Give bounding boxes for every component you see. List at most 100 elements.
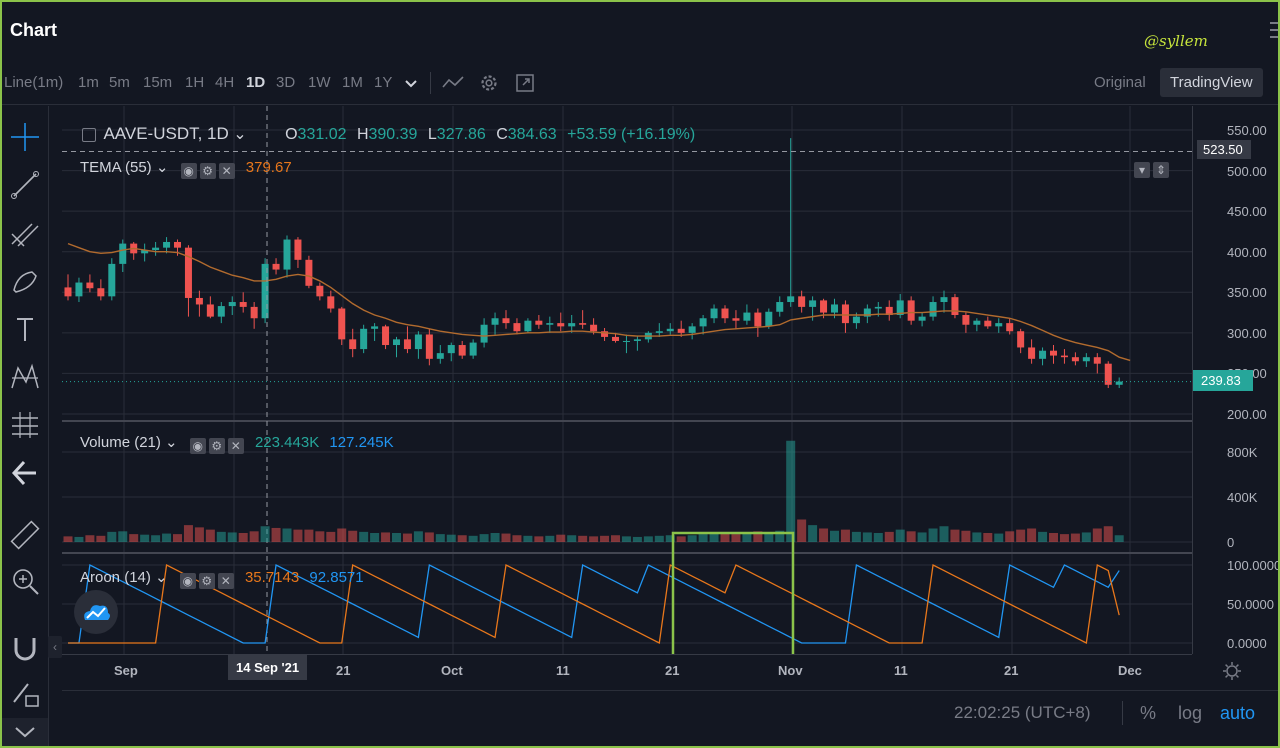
chevron-down-icon[interactable] bbox=[404, 76, 418, 90]
interval-15m[interactable]: 15m bbox=[143, 74, 172, 91]
volume-bar bbox=[501, 533, 511, 542]
ruler-icon[interactable] bbox=[8, 518, 42, 552]
tradingview-logo[interactable] bbox=[74, 590, 118, 634]
interval-line-1m[interactable]: Line(1m) bbox=[4, 74, 63, 91]
view-original-button[interactable]: Original bbox=[1084, 68, 1156, 97]
log-toggle[interactable]: log bbox=[1178, 703, 1202, 724]
crosshair-price-label: 523.50 bbox=[1197, 140, 1251, 159]
tema-label[interactable]: TEMA (55) bbox=[80, 159, 152, 176]
chevron-down-icon[interactable]: ⌄ bbox=[156, 159, 169, 176]
volume-bar bbox=[1005, 531, 1015, 542]
magnet-icon[interactable] bbox=[8, 630, 42, 664]
clock[interactable]: 22:02:25 (UTC+8) bbox=[954, 703, 1091, 723]
candle-body bbox=[338, 308, 346, 340]
volume-bar bbox=[983, 533, 993, 542]
menu-icon[interactable] bbox=[1270, 20, 1280, 40]
aroon-axis-label: 50.0000 bbox=[1227, 597, 1274, 612]
chevron-down-icon[interactable]: ⌄ bbox=[155, 569, 168, 586]
crosshair-icon[interactable] bbox=[8, 120, 42, 154]
symbol-info-icon[interactable] bbox=[82, 128, 96, 142]
prediction-icon[interactable] bbox=[8, 408, 42, 442]
interval-1h[interactable]: 1H bbox=[185, 74, 204, 91]
pane-down-icon[interactable]: ▾ bbox=[1134, 162, 1150, 178]
lock-drawings-icon[interactable] bbox=[8, 676, 42, 710]
interval-4h[interactable]: 4H bbox=[215, 74, 234, 91]
candle-body bbox=[119, 243, 127, 264]
candle-body bbox=[294, 239, 302, 260]
volume-bar bbox=[928, 528, 938, 542]
price-label: 300.00 bbox=[1227, 326, 1267, 341]
eye-icon[interactable]: ◉ bbox=[189, 438, 206, 454]
gear-icon[interactable] bbox=[478, 72, 500, 94]
chevron-down-icon[interactable]: ⌄ bbox=[165, 434, 178, 451]
candle-body bbox=[699, 318, 707, 327]
candle-body bbox=[195, 297, 203, 305]
chevron-down-icon[interactable]: ⌄ bbox=[233, 126, 246, 143]
volume-label[interactable]: Volume (21) bbox=[80, 434, 161, 451]
eye-icon[interactable]: ◉ bbox=[180, 163, 197, 179]
symbol-label[interactable]: AAVE-USDT, 1D bbox=[103, 124, 228, 143]
brush-icon[interactable] bbox=[8, 264, 42, 298]
chevron-down-icon[interactable] bbox=[2, 718, 48, 746]
collapse-toolbar-button[interactable]: ‹ bbox=[48, 636, 62, 658]
volume-bar bbox=[567, 535, 577, 542]
close-icon[interactable]: ✕ bbox=[218, 163, 235, 179]
time-label: 21 bbox=[1004, 663, 1019, 678]
gear-icon[interactable]: ⚙ bbox=[199, 163, 216, 179]
low-value: 327.86 bbox=[436, 126, 486, 143]
candle-body bbox=[831, 304, 838, 313]
change-value: +53.59 (+16.19%) bbox=[567, 126, 696, 143]
interval-1y[interactable]: 1Y bbox=[374, 74, 392, 91]
pattern-icon[interactable] bbox=[8, 360, 42, 394]
aroon-axis-label: 0.0000 bbox=[1227, 636, 1267, 651]
volume-bar bbox=[862, 532, 872, 542]
close-icon[interactable]: ✕ bbox=[217, 573, 234, 589]
gear-icon[interactable]: ⚙ bbox=[208, 438, 225, 454]
candle-body bbox=[568, 323, 576, 327]
candle-body bbox=[524, 320, 532, 332]
candle-body bbox=[1093, 357, 1101, 364]
volume-bar bbox=[271, 527, 281, 542]
volume-bar bbox=[326, 531, 336, 542]
interval-1w[interactable]: 1W bbox=[308, 74, 331, 91]
trend-line-icon[interactable] bbox=[8, 168, 42, 202]
interval-1mo[interactable]: 1M bbox=[342, 74, 363, 91]
fib-tool-icon[interactable] bbox=[8, 216, 42, 250]
candle-body bbox=[436, 353, 444, 359]
text-icon[interactable] bbox=[8, 312, 42, 346]
percent-toggle[interactable]: % bbox=[1140, 703, 1156, 724]
interval-1m[interactable]: 1m bbox=[78, 74, 99, 91]
volume-bar bbox=[304, 529, 314, 542]
zoom-in-icon[interactable] bbox=[8, 564, 42, 598]
volume-bar bbox=[392, 533, 401, 542]
eye-icon[interactable]: ◉ bbox=[179, 573, 196, 589]
candle-body bbox=[228, 302, 236, 307]
candle-body bbox=[1060, 355, 1068, 358]
volume-bar bbox=[194, 527, 204, 542]
interval-1d[interactable]: 1D bbox=[246, 74, 265, 91]
volume-bar bbox=[709, 533, 719, 542]
interval-5m[interactable]: 5m bbox=[109, 74, 130, 91]
chart-type-icon[interactable] bbox=[442, 74, 464, 92]
candle-body bbox=[962, 315, 970, 325]
auto-toggle[interactable]: auto bbox=[1220, 703, 1255, 724]
time-axis[interactable]: Sep 21 Oct 11 21 Nov 11 21 Dec 14 Sep '2… bbox=[62, 654, 1241, 687]
view-tradingview-button[interactable]: TradingView bbox=[1160, 68, 1263, 97]
candle-body bbox=[163, 241, 171, 248]
fullscreen-icon[interactable] bbox=[515, 73, 535, 93]
candle-body bbox=[513, 323, 521, 332]
candle-body bbox=[907, 300, 915, 321]
tema-value: 379.67 bbox=[245, 159, 292, 176]
interval-3d[interactable]: 3D bbox=[276, 74, 295, 91]
arrow-left-icon[interactable] bbox=[8, 456, 42, 490]
candle-body bbox=[469, 342, 477, 356]
settings-icon[interactable] bbox=[1222, 661, 1242, 681]
candle-body bbox=[688, 326, 696, 333]
price-axis[interactable]: 550.00 500.00 450.00 400.00 350.00 300.0… bbox=[1192, 106, 1280, 654]
volume-bar bbox=[840, 529, 850, 542]
gear-icon[interactable]: ⚙ bbox=[198, 573, 215, 589]
aroon-label[interactable]: Aroon (14) bbox=[80, 569, 151, 586]
aroon-down-value: 92.8571 bbox=[309, 569, 364, 586]
close-icon[interactable]: ✕ bbox=[227, 438, 244, 454]
pane-up-down-icon[interactable]: ⇕ bbox=[1153, 162, 1169, 178]
